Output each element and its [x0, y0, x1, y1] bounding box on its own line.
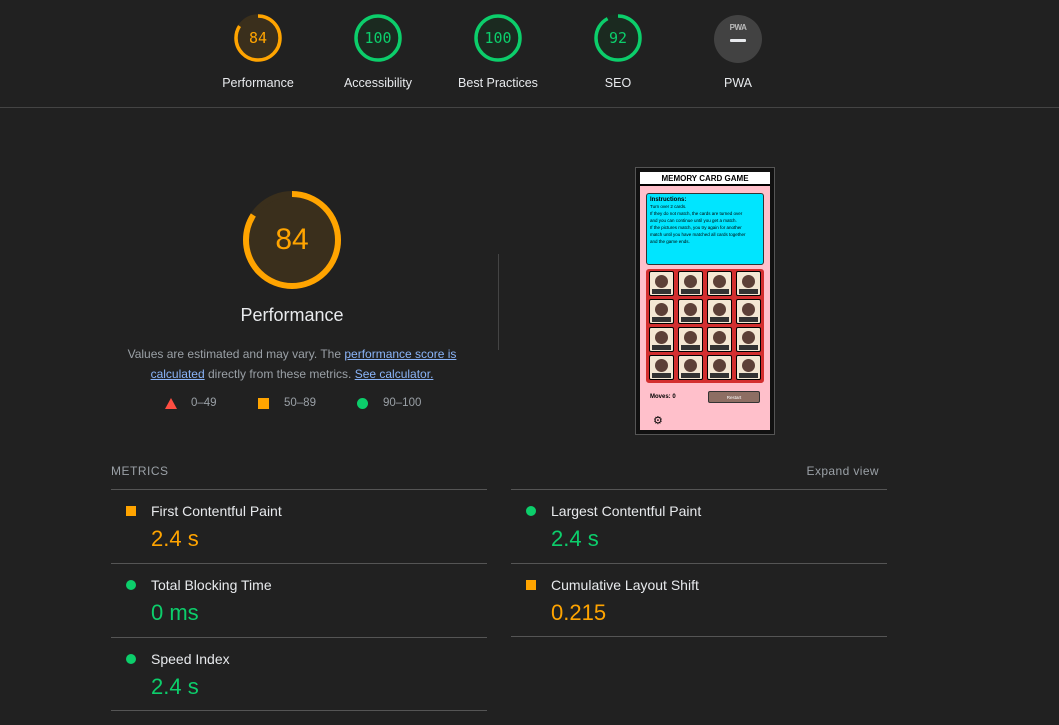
see-calculator-link[interactable]: See calculator. [355, 367, 434, 381]
metric-value: 2.4 s [151, 674, 199, 699]
performance-score-panel: 84 Performance Values are estimated and … [108, 190, 476, 384]
instructions-line: If they do not match, the cards are turn… [650, 211, 743, 216]
metric-name: Speed Index [151, 651, 230, 667]
gauge-pwa[interactable]: PWA PWA [678, 13, 798, 90]
description-text: Values are estimated and may vary. The [127, 347, 345, 361]
square-icon [126, 506, 136, 516]
metric-value: 0.215 [551, 600, 607, 625]
screenshot-card [736, 355, 761, 380]
screenshot-instructions: Instructions: Turn over 2 cards. If they… [646, 193, 764, 265]
category-gauges-bar: 84 Performance 100 Accessibility 100 Bes… [0, 0, 1059, 108]
performance-score-value: 84 [275, 223, 309, 256]
metric-total-blocking-time: Total Blocking Time 0 ms [111, 563, 487, 637]
metric-name: Total Blocking Time [151, 577, 272, 593]
screenshot-card [736, 271, 761, 296]
instructions-line: match until you have matched all cards t… [650, 232, 746, 237]
square-icon [258, 398, 269, 409]
circle-icon [357, 398, 368, 409]
metric-value: 2.4 s [551, 526, 599, 551]
screenshot-card [649, 355, 674, 380]
instructions-line: If the pictures match, you try again for… [650, 225, 742, 230]
performance-title: Performance [240, 305, 344, 325]
metric-speed-index: Speed Index 2.4 s [111, 637, 487, 711]
screenshot-moves: Moves: 0 [650, 394, 676, 400]
metric-name: Largest Contentful Paint [551, 503, 702, 519]
square-icon [526, 580, 536, 590]
final-screenshot[interactable]: MEMORY CARD GAME Instructions: Turn over… [635, 167, 775, 435]
gauge-accessibility-score: 100 [364, 29, 392, 47]
metric-value: 2.4 s [151, 526, 199, 551]
screenshot-card [736, 327, 761, 352]
gauge-pwa-label: PWA [723, 76, 752, 90]
gauge-best-practices-label: Best Practices [458, 76, 538, 90]
circle-icon [526, 506, 536, 516]
metric-name: First Contentful Paint [151, 503, 282, 519]
metric-divider [111, 710, 487, 711]
gauge-accessibility[interactable]: 100 Accessibility [318, 13, 438, 90]
legend-average-label: 50–89 [284, 397, 316, 409]
screenshot-card [707, 355, 732, 380]
instructions-line: Turn over 2 cards. [650, 204, 687, 209]
screenshot-card [707, 299, 732, 324]
pwa-badge-text: PWA [729, 23, 747, 32]
description-text-middle: directly from these metrics. [204, 367, 355, 381]
metric-largest-contentful-paint: Largest Contentful Paint 2.4 s [511, 489, 887, 563]
expand-view-toggle[interactable]: Expand view [807, 464, 879, 478]
screenshot-card [678, 327, 703, 352]
gauge-best-practices-score: 100 [484, 29, 512, 47]
gauge-seo-label: SEO [604, 76, 632, 90]
gauge-performance-label: Performance [222, 76, 294, 90]
circle-icon [126, 654, 136, 664]
legend-pass-label: 90–100 [383, 397, 422, 409]
gauge-accessibility-label: Accessibility [343, 76, 413, 90]
instructions-line: and you can continue until you get a mat… [650, 218, 737, 223]
metrics-header: METRICS Expand view [111, 464, 887, 478]
metric-value: 0 ms [151, 600, 199, 625]
screenshot-card [707, 271, 732, 296]
legend-fail-label: 0–49 [191, 397, 217, 409]
metric-divider [511, 636, 887, 637]
screenshot-page: MEMORY CARD GAME Instructions: Turn over… [640, 172, 770, 430]
screenshot-title: MEMORY CARD GAME [640, 172, 770, 186]
screenshot-card [736, 299, 761, 324]
metric-cumulative-layout-shift: Cumulative Layout Shift 0.215 [511, 563, 887, 637]
gauge-best-practices[interactable]: 100 Best Practices [438, 13, 558, 90]
screenshot-card [649, 271, 674, 296]
screenshot-card-grid [646, 269, 764, 383]
vertical-divider [498, 254, 499, 350]
gauge-seo-score: 92 [608, 29, 628, 47]
screenshot-restart-button: Restart [708, 391, 760, 403]
metric-name: Cumulative Layout Shift [551, 577, 699, 593]
performance-description: Values are estimated and may vary. The p… [108, 344, 476, 384]
screenshot-card [678, 299, 703, 324]
screenshot-card [707, 327, 732, 352]
gauge-seo[interactable]: 92 SEO [558, 13, 678, 90]
screenshot-card [678, 271, 703, 296]
screenshot-card [649, 299, 674, 324]
metric-first-contentful-paint: First Contentful Paint 2.4 s [111, 489, 487, 563]
gear-icon: ⚙ [653, 415, 663, 427]
screenshot-card [678, 355, 703, 380]
screenshot-card [649, 327, 674, 352]
dash-icon [730, 39, 746, 42]
metrics-heading: METRICS [111, 464, 169, 478]
gauge-performance[interactable]: 84 Performance [198, 13, 318, 90]
gauge-performance-score: 84 [248, 29, 268, 47]
circle-icon [126, 580, 136, 590]
instructions-line: and the game ends. [650, 239, 690, 244]
pwa-badge-icon: PWA [714, 15, 762, 63]
triangle-icon [165, 398, 177, 409]
